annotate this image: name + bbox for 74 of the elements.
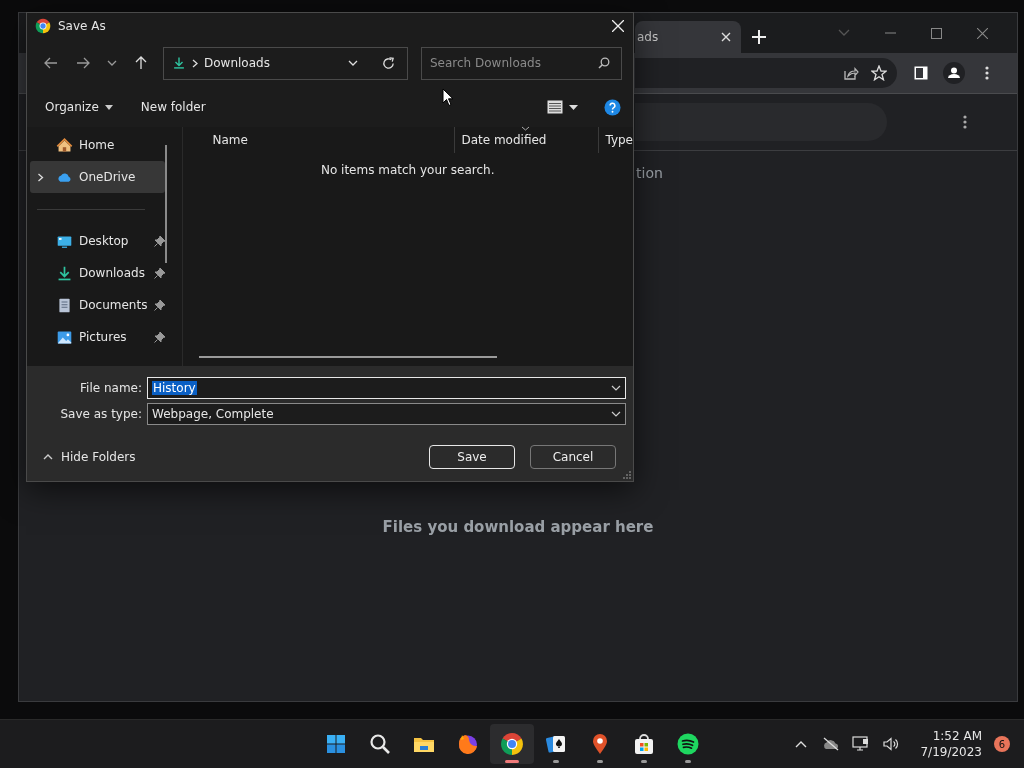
chrome-logo-icon (35, 18, 51, 34)
chevron-up-icon (43, 454, 53, 460)
sidebar-icon[interactable] (914, 66, 928, 80)
empty-message: No items match your search. (320, 163, 495, 177)
refresh-icon[interactable] (382, 56, 395, 70)
caret-down-icon (569, 104, 578, 110)
file-name-field[interactable]: History (147, 377, 626, 399)
forward-arrow-icon[interactable] (76, 57, 90, 69)
nav-item[interactable]: OneDrive (30, 161, 165, 193)
share-icon[interactable] (843, 65, 859, 81)
new-folder-button[interactable]: New folder (132, 96, 214, 118)
search-icon[interactable] (598, 56, 610, 69)
chevron-right-icon[interactable] (36, 172, 45, 182)
menu-icon[interactable] (963, 115, 967, 129)
scrollbar[interactable] (199, 356, 498, 358)
nav-item[interactable]: Documents (30, 289, 165, 321)
browser-tab[interactable]: ads (635, 21, 741, 53)
dialog-title: Save As (58, 19, 107, 33)
back-arrow-icon[interactable] (44, 57, 58, 69)
field-label: Save as type: (59, 407, 143, 421)
nav-item[interactable]: Downloads (30, 257, 165, 289)
file-type-dropdown[interactable]: Webpage, Complete (147, 403, 626, 425)
column-header[interactable]: Date modified (454, 127, 599, 153)
search-field[interactable]: Search Downloads (421, 46, 622, 80)
caret-down-icon (104, 104, 113, 110)
taskbar-app[interactable] (490, 724, 534, 764)
chrome-logo-icon (500, 732, 524, 756)
dialog-button[interactable]: Cancel (530, 445, 616, 469)
column-header[interactable]: Name (182, 127, 455, 153)
plus-icon[interactable] (752, 30, 766, 44)
chevron-down-icon[interactable] (107, 60, 117, 66)
fox-globe-icon (456, 732, 480, 756)
up-arrow-icon[interactable] (135, 56, 147, 70)
mouse-cursor-icon (442, 88, 454, 107)
windows-logo-icon (324, 732, 348, 756)
clock[interactable]: 1:52 AM 7/19/2023 (920, 728, 982, 760)
search-icon (368, 732, 392, 756)
search-field[interactable] (635, 103, 887, 141)
nav-item[interactable]: Pictures (30, 321, 165, 353)
notification-badge[interactable]: 6 (994, 736, 1010, 752)
music-circle-icon (676, 732, 700, 756)
volume-icon[interactable] (883, 737, 900, 751)
address-bar[interactable] (635, 58, 897, 88)
column-header[interactable]: Type (598, 127, 633, 153)
download-icon (56, 264, 73, 282)
nav-item[interactable]: Desktop (30, 225, 165, 257)
home-icon (56, 136, 73, 154)
network-icon[interactable] (852, 736, 871, 752)
star-icon[interactable] (871, 65, 887, 81)
chevron-right-icon (192, 58, 198, 68)
nav-item[interactable]: Home (30, 129, 165, 161)
empty-message: Files you download appear here (382, 518, 654, 536)
profile-icon[interactable] (943, 62, 965, 84)
pin-icon[interactable] (154, 331, 165, 343)
chevron-up-icon[interactable] (795, 740, 808, 748)
page-text: tion (636, 165, 663, 181)
download-icon (172, 55, 186, 71)
list-view-icon (547, 100, 563, 114)
menu-icon[interactable] (985, 66, 989, 80)
maximize-icon[interactable] (930, 27, 942, 39)
pin-icon[interactable] (154, 299, 165, 311)
document-icon (56, 296, 73, 314)
hide-folders-button[interactable]: Hide Folders (37, 449, 142, 465)
dialog-button[interactable]: Save (429, 445, 515, 469)
field-label: File name: (79, 381, 143, 395)
help-icon[interactable] (604, 98, 621, 116)
pin-icon[interactable] (154, 267, 165, 279)
sort-caret-icon (521, 126, 531, 131)
shopping-bag-icon (632, 732, 656, 756)
address-bar[interactable]: Downloads (163, 46, 408, 80)
pin-icon[interactable] (154, 235, 165, 247)
resize-grip-icon[interactable] (623, 471, 631, 479)
organize-button[interactable]: Organize (37, 96, 121, 118)
cloud-off-icon[interactable] (822, 737, 841, 751)
